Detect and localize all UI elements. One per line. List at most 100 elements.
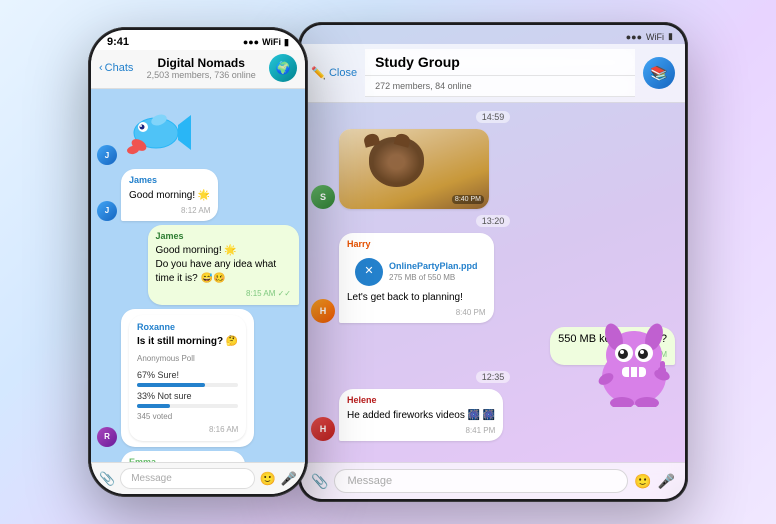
- poll-bar-bg-1: [137, 383, 238, 387]
- tablet-device: ●●● WiFi ▮ ✏️ Close Study Group 272 memb…: [298, 22, 688, 502]
- poll-question: Is it still morning? 🤔: [137, 335, 238, 349]
- fish-sticker-icon: [121, 95, 191, 160]
- tablet-signal-icon: ●●●: [626, 32, 642, 42]
- tablet-nav: ✏️ Close Study Group 272 members, 84 onl…: [301, 44, 685, 103]
- poll-bubble[interactable]: Roxanne Is it still morning? 🤔 Anonymous…: [121, 309, 254, 447]
- tablet-avatar-emoji: 📚: [650, 65, 667, 82]
- tablet-chat-area: 14:59 S 8:40 PM 13:20 H: [301, 103, 685, 462]
- tablet-sender-avatar-1: S: [311, 185, 335, 209]
- poll-option-2-label: 33% Not sure: [137, 390, 238, 403]
- time-label-1320: 13:20: [476, 215, 511, 227]
- phone-input-bar: 📎 Message 🙂 🎤: [91, 462, 305, 494]
- poll-options: 67% Sure! 33% Not sure: [137, 369, 238, 407]
- back-button[interactable]: ‹ Chats: [99, 62, 133, 74]
- phone-nav: ‹ Chats Digital Nomads 2,503 members, 73…: [91, 50, 305, 89]
- harry-bubble: Harry ✕ OnlinePartyPlan.ppd 275 MB of 55…: [339, 233, 494, 323]
- check-icon: ✓✓: [278, 289, 291, 298]
- phone-chat-area: J: [91, 89, 305, 462]
- message-outgoing1: James Good morning! 🌟Do you have any ide…: [97, 225, 299, 305]
- phone-status-icons: ●●● WiFi ▮: [243, 37, 289, 48]
- chevron-left-icon: ‹: [99, 62, 103, 74]
- helene-avatar: H: [311, 417, 335, 441]
- tablet-input-placeholder: Message: [347, 475, 392, 487]
- tablet-message-image: S 8:40 PM: [311, 129, 675, 209]
- chat-subtitle: 2,503 members, 736 online: [137, 70, 265, 80]
- outgoing-bubble1: James Good morning! 🌟Do you have any ide…: [148, 225, 300, 305]
- file-attachment[interactable]: ✕ OnlinePartyPlan.ppd 275 MB of 550 MB: [347, 253, 486, 291]
- time-label-1459: 14:59: [476, 111, 511, 123]
- tablet-chat-subtitle: 272 members, 84 online: [365, 76, 635, 97]
- tablet-status-icons: ●●● WiFi ▮: [626, 31, 673, 42]
- emma-audio-bubble: Emma ▶: [121, 451, 245, 462]
- tablet-microphone-icon[interactable]: 🎤: [658, 473, 675, 490]
- sticker-icon[interactable]: 🙂: [260, 471, 276, 487]
- chat-title: Digital Nomads: [137, 56, 265, 70]
- image-time: 8:40 PM: [452, 195, 484, 204]
- tablet-chat-title: Study Group: [365, 49, 635, 76]
- poll-option-1[interactable]: 67% Sure!: [137, 369, 238, 387]
- poll-bar-2: [137, 404, 170, 408]
- phone-device: 9:41 ●●● WiFi ▮ ‹ Chats Digital Nomads 2…: [88, 27, 308, 497]
- phone-message-input[interactable]: Message: [120, 468, 254, 489]
- helene-time: 8:41 PM: [347, 425, 495, 436]
- harry-text: Let's get back to planning!: [347, 291, 486, 305]
- poll-msg-bubble: Roxanne Is it still morning? 🤔 Anonymous…: [129, 315, 246, 441]
- poll-option-2[interactable]: 33% Not sure: [137, 390, 238, 408]
- attachment-icon[interactable]: 📎: [99, 471, 115, 487]
- message-roxanne-poll: R Roxanne Is it still morning? 🤔 Anonymo…: [97, 309, 299, 447]
- phone-input-placeholder: Message: [131, 473, 172, 484]
- james-avatar: J: [97, 145, 117, 165]
- phone-time: 9:41: [107, 36, 129, 48]
- message-james-sticker: J: [97, 95, 299, 165]
- tablet-input-bar: 📎 Message 🙂 🎤: [301, 462, 685, 499]
- poll-votes: 345 voted: [137, 411, 238, 422]
- sender-name-helene: Helene: [347, 394, 495, 407]
- tablet-attachment-icon[interactable]: 📎: [311, 473, 328, 490]
- tablet-message-harry: H Harry ✕ OnlinePartyPlan.ppd 275 MB of …: [311, 233, 675, 323]
- avatar-emoji: 🌍: [276, 61, 291, 75]
- poll-bar-bg-2: [137, 404, 238, 408]
- helene-text: He added fireworks videos 🎆 🎆: [347, 409, 495, 423]
- battery-icon: ▮: [284, 37, 289, 48]
- toast-image-message: 8:40 PM: [339, 129, 489, 209]
- toast-image: 8:40 PM: [339, 129, 489, 209]
- sender-name-roxanne: Roxanne: [137, 321, 238, 334]
- james-avatar2: J: [97, 201, 117, 221]
- file-name: OnlinePartyPlan.ppd: [389, 260, 478, 273]
- group-avatar[interactable]: 🌍: [269, 54, 297, 82]
- signal-icon: ●●●: [243, 37, 259, 47]
- poll-type-label: Anonymous Poll: [137, 353, 238, 364]
- monster-sticker-container: [592, 317, 677, 407]
- file-size: 275 MB of 550 MB: [389, 272, 478, 283]
- roxanne-avatar: R: [97, 427, 117, 447]
- poll-time: 8:16 AM: [137, 424, 238, 435]
- sender-name-james: James: [129, 174, 210, 187]
- wifi-icon: WiFi: [262, 37, 281, 47]
- tablet-nav-info: Study Group 272 members, 84 online: [365, 49, 635, 97]
- poll-bar-1: [137, 383, 205, 387]
- close-button[interactable]: ✏️ Close: [311, 66, 357, 80]
- compose-icon: ✏️: [311, 66, 326, 80]
- james-bubble1: James Good morning! 🌟 8:12 AM: [121, 169, 218, 221]
- phone-status-bar: 9:41 ●●● WiFi ▮: [91, 30, 305, 50]
- harry-avatar: H: [311, 299, 335, 323]
- james-msg1-time: 8:12 AM: [129, 205, 210, 216]
- message-emma-audio: E Emma ▶: [97, 451, 299, 462]
- sender-name-emma: Emma: [129, 456, 237, 462]
- helene-bubble: Helene He added fireworks videos 🎆 🎆 8:4…: [339, 389, 503, 441]
- back-label: Chats: [105, 62, 134, 74]
- tablet-battery-icon: ▮: [668, 31, 673, 42]
- tablet-group-avatar[interactable]: 📚: [643, 57, 675, 89]
- tablet-message-input[interactable]: Message: [334, 469, 628, 493]
- tablet-sticker-icon[interactable]: 🙂: [634, 473, 651, 490]
- monster-sticker-icon: [592, 317, 677, 407]
- phone-nav-title: Digital Nomads 2,503 members, 736 online: [137, 56, 265, 80]
- fish-sticker-container: [121, 95, 191, 165]
- tablet-wifi-icon: WiFi: [646, 32, 664, 42]
- sender-name-harry: Harry: [347, 238, 486, 251]
- tablet-status-bar: ●●● WiFi ▮: [301, 25, 685, 44]
- harry-time: 8:40 PM: [347, 307, 486, 318]
- microphone-icon[interactable]: 🎤: [281, 471, 297, 487]
- poll-option-1-label: 67% Sure!: [137, 369, 238, 382]
- time-label-1235: 12:35: [476, 371, 511, 383]
